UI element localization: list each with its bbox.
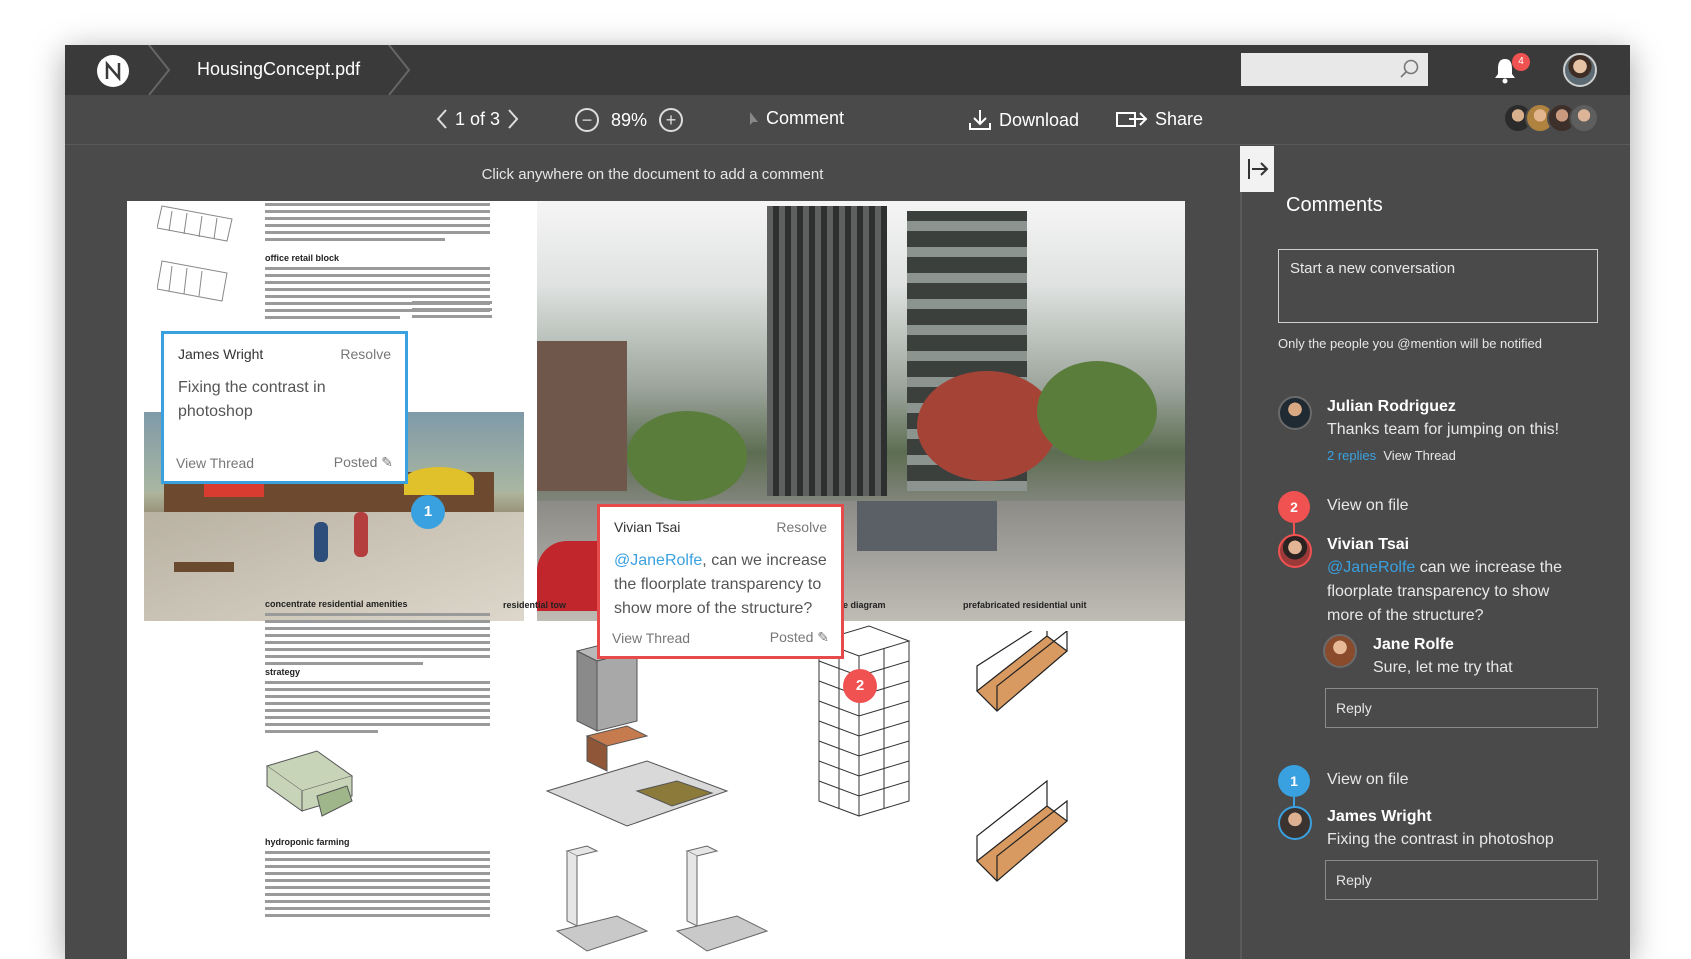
breadcrumb-separator-icon — [388, 45, 411, 95]
collaborator-avatar[interactable] — [1569, 103, 1599, 133]
chevron-right-icon[interactable] — [506, 108, 520, 130]
section-heading: prefabricated residential unit — [963, 600, 1087, 610]
floorplan-sketch-image — [157, 205, 233, 302]
page-navigator: 1 of 3 — [435, 108, 520, 130]
avatar — [1278, 534, 1312, 568]
cursor-icon — [750, 111, 758, 125]
download-button[interactable]: Download — [967, 108, 1079, 132]
share-button-label: Share — [1155, 108, 1204, 129]
mention-link[interactable]: @JaneRolfe — [1327, 559, 1415, 576]
view-thread-link[interactable]: View Thread — [176, 455, 254, 471]
body-text-block — [265, 613, 490, 669]
zoom-level: 89% — [611, 109, 648, 130]
file-name: HousingConcept.pdf — [197, 59, 361, 79]
comments-panel: Comments Start a new conversation Only t… — [1240, 146, 1630, 959]
comment-popover-vivian[interactable]: Vivian Tsai Resolve @JaneRolfe, can we i… — [597, 504, 844, 659]
view-thread-link[interactable]: View Thread — [1383, 448, 1456, 463]
posted-label: Posted — [769, 629, 814, 645]
reply-input[interactable]: Reply — [1325, 688, 1598, 728]
comment-author: Julian Rodriguez — [1327, 398, 1456, 415]
comment-author: James Wright — [1327, 808, 1432, 825]
section-heading: residential tow — [503, 600, 567, 610]
zoom-controls: − 89% + — [575, 108, 684, 132]
view-thread-link[interactable]: View Thread — [612, 630, 690, 646]
chevron-left-icon[interactable] — [435, 108, 449, 130]
comment-button[interactable]: Comment — [748, 108, 844, 129]
add-comment-hint: Click anywhere on the document to add a … — [481, 166, 824, 183]
comment-marker-2[interactable]: 2 — [843, 669, 877, 703]
zoom-in-icon[interactable]: + — [659, 108, 684, 132]
reply-input[interactable]: Reply — [1325, 860, 1598, 900]
popover-author: Vivian Tsai — [614, 519, 681, 535]
comments-title: Comments — [1286, 194, 1383, 216]
reply-text: Sure, let me try that — [1373, 659, 1513, 676]
exploded-tower-diagram — [545, 641, 729, 827]
notification-count-badge: 4 — [1512, 53, 1530, 71]
avatar — [1323, 634, 1357, 668]
comment-button-label: Comment — [766, 108, 845, 128]
download-icon — [969, 110, 991, 130]
avatar — [1278, 806, 1312, 840]
mention-notice: Only the people you @mention will be not… — [1278, 336, 1542, 351]
section-heading: office retail block — [265, 253, 340, 263]
body-text-block — [265, 681, 490, 737]
search-icon[interactable] — [1398, 58, 1420, 80]
body-text-block — [412, 301, 492, 322]
app-window: HousingConcept.pdf 4 1 of 3 − 89% + Comm… — [65, 45, 1630, 959]
avatar — [1278, 396, 1312, 430]
resolve-button[interactable]: Resolve — [776, 519, 827, 535]
section-heading: concentrate residential amenities — [265, 599, 408, 609]
posted-status: Posted ✎ — [334, 454, 393, 471]
mention-link[interactable]: @JaneRolfe — [614, 552, 702, 569]
popover-author: James Wright — [178, 346, 264, 362]
posted-status: Posted ✎ — [770, 629, 829, 646]
view-on-file-link[interactable]: View on file — [1327, 494, 1409, 518]
reply-author: Jane Rolfe — [1373, 636, 1454, 653]
toolbar: 1 of 3 − 89% + Comment Download Share — [65, 95, 1630, 145]
edit-icon[interactable]: ✎ — [381, 454, 393, 470]
section-heading: hydroponic farming — [265, 837, 350, 847]
edit-icon[interactable]: ✎ — [817, 629, 829, 645]
new-conversation-input[interactable]: Start a new conversation — [1278, 249, 1598, 323]
popover-comment-text: Fixing the contrast in photoshop — [178, 379, 326, 420]
comment-text: Fixing the contrast in photoshop — [1327, 831, 1554, 848]
zoom-out-icon[interactable]: − — [575, 108, 599, 132]
share-icon — [1116, 112, 1148, 127]
top-bar: HousingConcept.pdf 4 — [65, 45, 1630, 95]
posted-label: Posted — [333, 454, 378, 470]
tower-massing-sketches — [555, 845, 769, 952]
comment-marker-1[interactable]: 1 — [411, 495, 445, 529]
thread-meta: 2 replies View Thread — [1327, 444, 1456, 468]
search-input[interactable] — [1241, 53, 1428, 86]
logo-icon[interactable] — [97, 55, 129, 87]
prefab-unit-diagram — [976, 631, 1068, 882]
download-button-label: Download — [999, 109, 1080, 130]
body-text-block — [265, 203, 490, 245]
thread-marker-1[interactable]: 1 — [1278, 765, 1310, 797]
collapse-panel-icon[interactable] — [1240, 146, 1274, 192]
popover-comment-text: @JaneRolfe, can we increase the floorpla… — [614, 549, 827, 621]
breadcrumb-separator-icon — [148, 45, 171, 95]
greenhouse-sketch-image — [265, 750, 354, 817]
resolve-button[interactable]: Resolve — [340, 346, 391, 362]
section-heading: strategy — [265, 667, 301, 677]
document-viewer[interactable]: Click anywhere on the document to add a … — [65, 146, 1240, 959]
view-on-file-link[interactable]: View on file — [1327, 768, 1409, 792]
thread-marker-2[interactable]: 2 — [1278, 491, 1310, 523]
user-avatar[interactable] — [1563, 53, 1597, 87]
comment-author: Vivian Tsai — [1327, 536, 1410, 553]
page-indicator: 1 of 3 — [455, 108, 501, 129]
body-text-block — [265, 851, 490, 921]
share-button[interactable]: Share — [1115, 108, 1203, 130]
comment-text: @JaneRolfe can we increase the floorplat… — [1327, 556, 1577, 628]
comment-popover-james[interactable]: James Wright Resolve Fixing the contrast… — [161, 331, 408, 484]
replies-link[interactable]: 2 replies — [1327, 448, 1376, 463]
comment-text: Thanks team for jumping on this! — [1327, 421, 1560, 438]
